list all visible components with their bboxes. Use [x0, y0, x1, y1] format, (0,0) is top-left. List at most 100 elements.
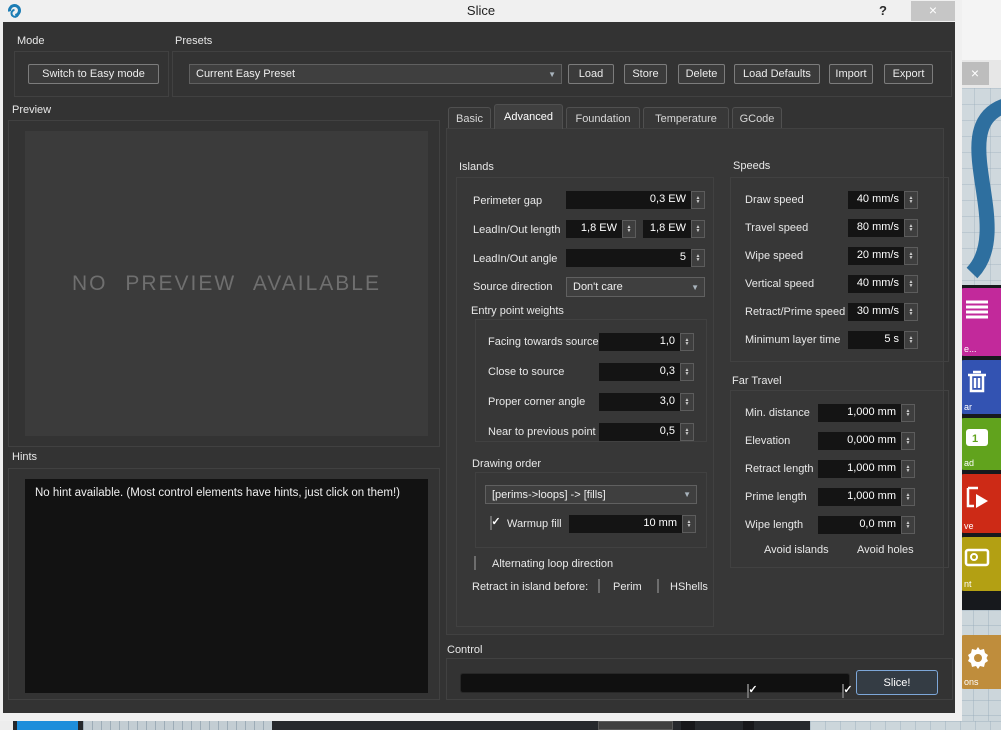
spinner-arrows-icon[interactable]: ▲▼ — [904, 275, 918, 293]
far-travel-field[interactable]: 1,000 mm ▲▼ — [818, 404, 915, 422]
load-defaults-button[interactable]: Load Defaults — [734, 64, 820, 84]
warmup-fill-checkbox[interactable] — [490, 516, 492, 530]
slice-layers-icon — [964, 296, 990, 322]
speed-field[interactable]: 40 mm/s ▲▼ — [848, 191, 918, 209]
far-travel-row: Elevation 0,000 mm ▲▼ — [731, 432, 948, 449]
slice-dialog: Slice ? × Mode Switch to Easy mode Prese… — [0, 0, 962, 721]
spinner-arrows-icon[interactable]: ▲▼ — [904, 191, 918, 209]
weight-field[interactable]: 1,0 ▲▼ — [599, 333, 694, 351]
leadinout-angle-field[interactable]: 5 ▲▼ — [566, 249, 705, 267]
slice-button[interactable]: Slice! — [856, 670, 938, 695]
background-viewport-fragment — [810, 721, 1001, 730]
avoid-holes-checkbox[interactable] — [842, 684, 844, 698]
switch-easy-mode-button[interactable]: Switch to Easy mode — [28, 64, 159, 84]
spinner-arrows-icon[interactable]: ▲▼ — [680, 363, 694, 381]
retract-hshells-checkbox[interactable] — [657, 579, 659, 593]
alternating-loop-checkbox[interactable] — [474, 556, 476, 570]
tab-basic[interactable]: Basic — [448, 107, 491, 129]
bg-button-label: ons — [964, 677, 979, 687]
background-3d-viewport — [958, 88, 1001, 285]
delete-button[interactable]: Delete — [678, 64, 725, 84]
islands-group: Perimeter gap 0,3 EW ▲▼ LeadIn/Out lengt… — [456, 177, 714, 627]
source-direction-select[interactable]: Don't care ▼ — [566, 277, 705, 297]
far-travel-label: Far Travel — [732, 375, 782, 387]
spinner-arrows-icon[interactable]: ▲▼ — [901, 432, 915, 450]
chevron-down-icon: ▼ — [683, 490, 696, 499]
far-travel-field[interactable]: 0,0 mm ▲▼ — [818, 516, 915, 534]
spinner-arrows-icon[interactable]: ▲▼ — [904, 247, 918, 265]
spinner-arrows-icon[interactable]: ▲▼ — [622, 220, 636, 238]
spinner-arrows-icon[interactable]: ▲▼ — [680, 333, 694, 351]
bg-options-button[interactable]: ons — [960, 635, 1001, 689]
field-value: 3,0 — [599, 393, 680, 411]
warmup-fill-field[interactable]: 10 mm ▲▼ — [569, 515, 696, 533]
entry-point-weights-group: Facing towards source 1,0 ▲▼ Close to so… — [475, 319, 707, 442]
tab-advanced[interactable]: Advanced — [494, 104, 563, 129]
speed-field[interactable]: 20 mm/s ▲▼ — [848, 247, 918, 265]
retract-perim-checkbox[interactable] — [598, 579, 600, 593]
far-travel-field[interactable]: 1,000 mm ▲▼ — [818, 460, 915, 478]
preset-select[interactable]: Current Easy Preset ▼ — [189, 64, 562, 84]
load-button[interactable]: Load — [568, 64, 614, 84]
bg-clear-button[interactable]: ar — [960, 360, 1001, 414]
spinner-arrows-icon[interactable]: ▲▼ — [901, 404, 915, 422]
spinner-arrows-icon[interactable]: ▲▼ — [680, 393, 694, 411]
spinner-arrows-icon[interactable]: ▲▼ — [901, 488, 915, 506]
drawing-order-select[interactable]: [perims->loops] -> [fills] ▼ — [485, 485, 697, 504]
field-value: 5 s — [848, 331, 904, 349]
weight-field[interactable]: 0,3 ▲▼ — [599, 363, 694, 381]
chevron-down-icon: ▼ — [691, 283, 704, 292]
tab-gcode[interactable]: GCode — [732, 107, 782, 129]
leadinout-length-field-1[interactable]: 1,8 EW ▲▼ — [566, 220, 636, 238]
mode-group: Switch to Easy mode — [14, 51, 169, 97]
leadinout-length-field-2[interactable]: 1,8 EW ▲▼ — [643, 220, 705, 238]
close-icon[interactable]: × — [911, 1, 955, 21]
trash-icon — [964, 368, 988, 394]
avoid-islands-checkbox[interactable] — [747, 684, 749, 698]
bg-slice-button[interactable]: e... — [960, 288, 1001, 356]
source-direction-value: Don't care — [573, 281, 623, 293]
spinner-arrows-icon[interactable]: ▲▼ — [904, 331, 918, 349]
weight-field[interactable]: 3,0 ▲▼ — [599, 393, 694, 411]
spinner-arrows-icon[interactable]: ▲▼ — [691, 191, 705, 209]
bg-print-button[interactable]: nt — [960, 537, 1001, 591]
far-travel-field[interactable]: 1,000 mm ▲▼ — [818, 488, 915, 506]
speed-field[interactable]: 30 mm/s ▲▼ — [848, 303, 918, 321]
bg-save-button[interactable]: ve — [960, 474, 1001, 533]
preview-area: NO PREVIEW AVAILABLE — [25, 131, 428, 436]
speed-row: Draw speed 40 mm/s ▲▼ — [731, 191, 948, 208]
help-icon[interactable]: ? — [874, 2, 892, 20]
spinner-arrows-icon[interactable]: ▲▼ — [904, 219, 918, 237]
store-button[interactable]: Store — [624, 64, 667, 84]
spinner-arrows-icon[interactable]: ▲▼ — [680, 423, 694, 441]
tab-foundation[interactable]: Foundation — [566, 107, 640, 129]
background-close-icon[interactable]: × — [961, 62, 989, 85]
spinner-arrows-icon[interactable]: ▲▼ — [691, 220, 705, 238]
export-button[interactable]: Export — [884, 64, 933, 84]
spinner-arrows-icon[interactable]: ▲▼ — [682, 515, 696, 533]
perimeter-gap-field[interactable]: 0,3 EW ▲▼ — [566, 191, 705, 209]
import-button[interactable]: Import — [829, 64, 873, 84]
background-viewport-floor: ons — [958, 610, 1001, 730]
bg-load-button[interactable]: 1 ad — [960, 418, 1001, 470]
speed-field[interactable]: 40 mm/s ▲▼ — [848, 275, 918, 293]
speed-label: Vertical speed — [745, 278, 848, 290]
spinner-arrows-icon[interactable]: ▲▼ — [901, 516, 915, 534]
alternating-loop-label: Alternating loop direction — [492, 558, 613, 570]
background-checkbox-fragment — [681, 721, 695, 730]
bg-button-label: nt — [964, 579, 972, 589]
spinner-arrows-icon[interactable]: ▲▼ — [901, 460, 915, 478]
spinner-arrows-icon[interactable]: ▲▼ — [691, 249, 705, 267]
perimeter-gap-label: Perimeter gap — [473, 195, 542, 207]
spinner-arrows-icon[interactable]: ▲▼ — [904, 303, 918, 321]
speed-label: Retract/Prime speed — [745, 306, 848, 318]
title-bar[interactable]: Slice ? × — [0, 0, 962, 22]
tab-temperature[interactable]: Temperature — [643, 107, 729, 129]
presets-label: Presets — [175, 35, 212, 47]
weight-label: Near to previous point — [488, 426, 599, 438]
weight-field[interactable]: 0,5 ▲▼ — [599, 423, 694, 441]
speed-field[interactable]: 80 mm/s ▲▼ — [848, 219, 918, 237]
far-travel-field-label: Elevation — [745, 435, 818, 447]
speed-field[interactable]: 5 s ▲▼ — [848, 331, 918, 349]
far-travel-field[interactable]: 0,000 mm ▲▼ — [818, 432, 915, 450]
